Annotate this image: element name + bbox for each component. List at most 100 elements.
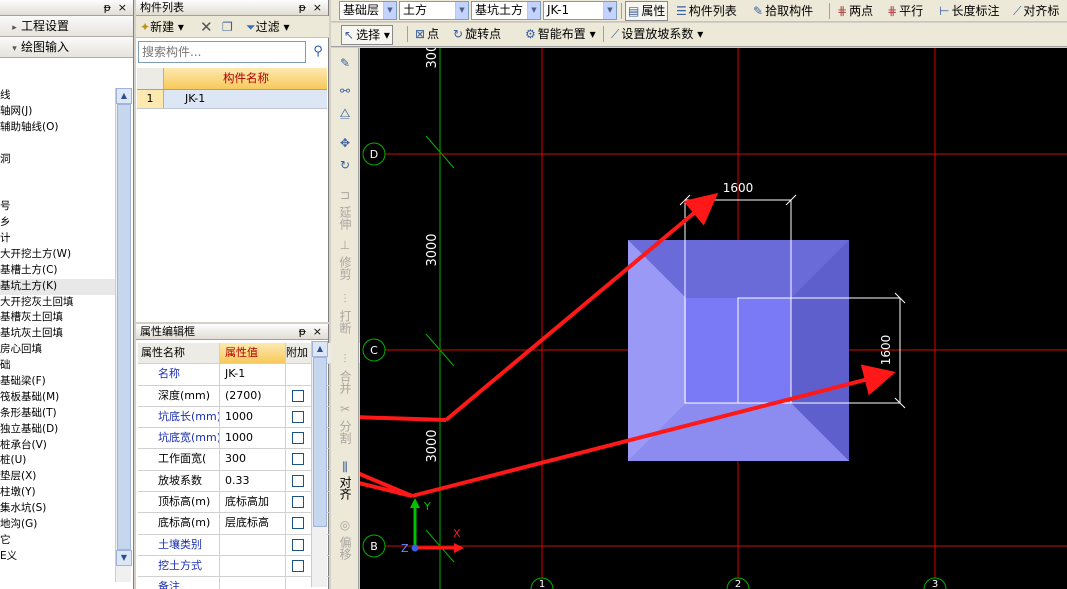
trim-button[interactable]: 修剪 (338, 256, 352, 280)
tree-item[interactable]: 筏板基础(M) (0, 390, 118, 406)
merge-button[interactable]: 合并 (338, 370, 352, 394)
property-value[interactable]: 1000 (220, 406, 286, 428)
nav-project-settings[interactable]: ▸ 工程设置 (0, 16, 133, 37)
component-select[interactable]: JK-1 ▼ (543, 1, 617, 20)
parallel-button[interactable]: ⋕ 平行 (887, 3, 923, 19)
select-button[interactable]: ↖ 选择 ▾ (341, 25, 393, 45)
tree-item[interactable] (0, 136, 118, 152)
properties-button[interactable]: ▤ 属性 (625, 1, 669, 21)
extra-checkbox[interactable] (292, 496, 304, 509)
tree-item[interactable]: 乡 (0, 215, 118, 231)
tree-item[interactable]: 柱墩(Y) (0, 485, 118, 501)
tree-item[interactable]: 基坑土方(K) (0, 278, 118, 295)
length-dim-button[interactable]: ⊢ 长度标注 (939, 3, 999, 19)
tree-item[interactable]: 桩承台(V) (0, 438, 118, 454)
type-select[interactable]: 基坑土方 ▼ (471, 1, 541, 20)
tree-item[interactable]: 计 (0, 231, 118, 247)
two-point-button[interactable]: ⋕ 两点 (837, 3, 873, 19)
tree-item[interactable]: 基础梁(F) (0, 374, 118, 390)
tree-item[interactable]: 线 (0, 88, 118, 104)
extra-checkbox[interactable] (292, 453, 304, 466)
column-name-header[interactable]: 构件名称 (165, 68, 327, 89)
property-value[interactable] (220, 555, 286, 577)
smart-layout-button[interactable]: ⚙ 智能布置 ▾ (525, 26, 596, 42)
tree-item[interactable]: 条形基础(T) (0, 406, 118, 422)
break-button[interactable]: 打断 (338, 310, 352, 334)
move-icon[interactable]: ✥ (331, 136, 359, 150)
tree-item[interactable]: 房心回填 (0, 342, 118, 358)
extra-checkbox[interactable] (292, 538, 304, 551)
scroll-up-icon[interactable]: ▲ (312, 341, 328, 357)
scroll-up-icon[interactable]: ▲ (116, 88, 132, 104)
mirror-icon[interactable]: ⧋ (331, 106, 359, 121)
new-component-button[interactable]: ✦新建 ▾ (140, 18, 184, 36)
tree-item[interactable]: 洞 (0, 152, 118, 168)
property-value[interactable]: 0.33 (220, 470, 286, 492)
extra-checkbox[interactable] (292, 432, 304, 445)
property-value[interactable]: 1000 (220, 428, 286, 449)
scroll-down-icon[interactable]: ▼ (116, 550, 132, 566)
offset-button[interactable]: 偏移 (338, 536, 352, 560)
brush-icon[interactable]: ✎ (331, 56, 359, 70)
tree-item[interactable]: 集水坑(S) (0, 501, 118, 517)
extra-checkbox[interactable] (292, 410, 304, 423)
property-value[interactable] (220, 534, 286, 555)
close-icon[interactable]: × (313, 324, 322, 339)
extend-button[interactable]: 延伸 (338, 206, 352, 230)
tree-item[interactable]: 基槽灰土回填 (0, 310, 118, 326)
rotate-icon[interactable]: ↻ (331, 158, 359, 172)
extra-checkbox[interactable] (292, 517, 304, 530)
property-value[interactable]: 底标高加 (220, 492, 286, 513)
search-input[interactable] (138, 41, 306, 63)
copy-icon[interactable]: ❐ (222, 18, 233, 36)
mirror-copy-icon[interactable]: ⚯ (331, 84, 359, 98)
tree-item[interactable] (0, 167, 118, 183)
filter-button[interactable]: ⏷过滤 ▾ (246, 18, 289, 36)
property-value[interactable]: (2700) (220, 385, 286, 406)
tree-item[interactable]: 垫层(X) (0, 469, 118, 485)
extra-checkbox[interactable] (292, 389, 304, 402)
search-icon[interactable]: ⚲ (308, 41, 328, 63)
split-button[interactable]: 分割 (338, 420, 352, 444)
drawing-canvas[interactable]: D C B 1 2 3 3000 3000 3000 1600 1600 Y X… (360, 48, 1067, 589)
scroll-thumb[interactable] (313, 357, 327, 527)
category-select[interactable]: 土方 ▼ (399, 1, 469, 20)
nav-drawing-input[interactable]: ▾ 绘图输入 (0, 37, 133, 58)
align-dim-button[interactable]: ⟋ 对齐标 (1013, 3, 1059, 19)
property-value[interactable]: 300 (220, 449, 286, 470)
tree-item[interactable]: 大开挖灰土回填 (0, 295, 118, 311)
property-value[interactable]: JK-1 (220, 364, 286, 385)
extra-checkbox[interactable] (292, 474, 304, 487)
tree-item[interactable]: 辅助轴线(O) (0, 120, 118, 136)
tree-item[interactable]: 基坑灰土回填 (0, 326, 118, 342)
tree-item[interactable]: 桩(U) (0, 453, 118, 469)
point-button[interactable]: ⊠ 点 (415, 26, 439, 42)
component-list-button[interactable]: ☰ 构件列表 (676, 3, 737, 19)
tree-scrollbar[interactable]: ▲ ▼ (115, 88, 132, 582)
tree-item[interactable]: 号 (0, 199, 118, 215)
close-icon[interactable]: × (313, 0, 322, 15)
delete-icon[interactable]: ✕ (200, 18, 213, 36)
property-scrollbar[interactable]: ▲ (311, 341, 328, 587)
tree-item[interactable]: E义 (0, 549, 118, 565)
close-icon[interactable]: × (118, 0, 127, 15)
pick-component-button[interactable]: ✎ 拾取构件 (753, 3, 813, 19)
property-value[interactable] (220, 577, 286, 589)
tree-item[interactable]: 基槽土方(C) (0, 263, 118, 279)
pin-icon[interactable]: ᵽ (299, 324, 306, 339)
floor-select[interactable]: 基础层 ▼ (339, 1, 397, 20)
align-button[interactable]: 对齐 (338, 476, 352, 500)
extra-checkbox[interactable] (292, 559, 304, 572)
tree-item[interactable]: 它 (0, 533, 118, 549)
table-row[interactable]: 1 JK-1 (137, 90, 327, 109)
rotate-point-button[interactable]: ↻ 旋转点 (453, 26, 501, 42)
pin-icon[interactable]: ᵽ (104, 0, 111, 15)
scroll-thumb[interactable] (117, 104, 131, 550)
tree-item[interactable]: 大开挖土方(W) (0, 247, 118, 263)
tree-item[interactable] (0, 183, 118, 199)
pin-icon[interactable]: ᵽ (299, 0, 306, 15)
tree-item[interactable]: 础 (0, 358, 118, 374)
tree-item[interactable]: 轴网(J) (0, 104, 118, 120)
slope-factor-button[interactable]: ⟋ 设置放坡系数 ▾ (611, 26, 703, 42)
property-value[interactable]: 层底标高 (220, 513, 286, 534)
